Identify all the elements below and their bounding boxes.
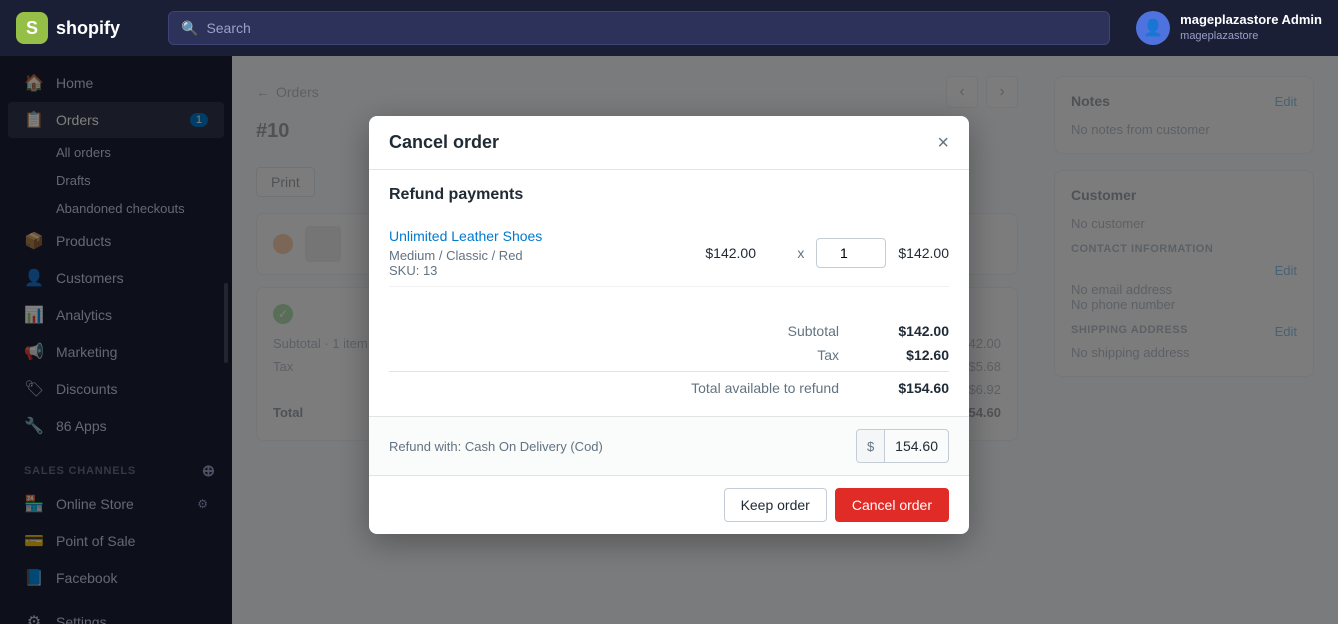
main-layout: 🏠 Home 📋 Orders 1 All orders Drafts Aban… <box>0 56 1338 624</box>
logo[interactable]: S shopify <box>16 12 156 44</box>
subtotal-summary-row: Subtotal $142.00 <box>389 319 949 343</box>
total-summary-value: $154.60 <box>879 380 949 396</box>
user-name: mageplazastore Admin <box>1180 12 1322 29</box>
refund-amount-value: 154.60 <box>885 438 948 454</box>
refund-product-row: Unlimited Leather Shoes Medium / Classic… <box>389 220 949 287</box>
search-icon: 🔍 <box>181 20 198 37</box>
product-price: $142.00 <box>705 245 785 261</box>
refund-amount-input[interactable]: $ 154.60 <box>856 429 949 463</box>
modal-overlay: Cancel order × Refund payments Unlimited… <box>232 56 1338 624</box>
refund-payments-title: Refund payments <box>389 186 949 204</box>
avatar[interactable]: 👤 <box>1136 11 1170 45</box>
search-bar[interactable]: 🔍 <box>168 11 1110 45</box>
user-area: 👤 mageplazastore Admin mageplazastore <box>1122 11 1322 45</box>
subtotal-summary-label: Subtotal <box>659 323 839 339</box>
shopify-icon: S <box>16 12 48 44</box>
refund-method-row: Refund with: Cash On Delivery (Cod) $ 15… <box>369 416 969 475</box>
refund-section: Refund payments Unlimited Leather Shoes … <box>369 170 969 303</box>
user-store: mageplazastore <box>1180 29 1322 43</box>
top-navigation: S shopify 🔍 👤 mageplazastore Admin magep… <box>0 0 1338 56</box>
refund-summary: Subtotal $142.00 Tax $12.60 Total availa… <box>369 303 969 416</box>
search-input[interactable] <box>206 20 1097 36</box>
cancel-order-modal: Cancel order × Refund payments Unlimited… <box>369 116 969 534</box>
currency-symbol: $ <box>857 430 885 462</box>
user-info: mageplazastore Admin mageplazastore <box>1180 12 1322 43</box>
cancel-order-button[interactable]: Cancel order <box>835 488 949 522</box>
multiply-sign: x <box>797 245 804 261</box>
modal-title: Cancel order <box>389 132 499 153</box>
modal-body: Refund payments Unlimited Leather Shoes … <box>369 170 969 475</box>
total-summary-label: Total available to refund <box>659 380 839 396</box>
total-summary-row: Total available to refund $154.60 <box>389 371 949 400</box>
product-name-link[interactable]: Unlimited Leather Shoes <box>389 228 693 244</box>
logo-text: shopify <box>56 18 120 39</box>
line-total: $142.00 <box>898 245 949 261</box>
tax-summary-row: Tax $12.60 <box>389 343 949 367</box>
product-sku: SKU: 13 <box>389 263 693 278</box>
modal-header: Cancel order × <box>369 116 969 170</box>
refund-method-label: Refund with: Cash On Delivery (Cod) <box>389 439 844 454</box>
product-variant: Medium / Classic / Red <box>389 248 693 263</box>
quantity-input[interactable] <box>816 238 886 268</box>
modal-footer: Keep order Cancel order <box>369 475 969 534</box>
modal-close-button[interactable]: × <box>937 133 949 153</box>
subtotal-summary-value: $142.00 <box>879 323 949 339</box>
tax-summary-label: Tax <box>659 347 839 363</box>
tax-summary-value: $12.60 <box>879 347 949 363</box>
keep-order-button[interactable]: Keep order <box>724 488 827 522</box>
